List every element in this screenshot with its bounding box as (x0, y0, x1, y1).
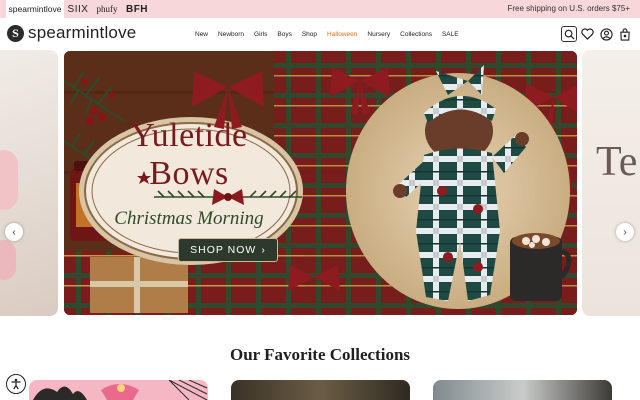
collection-card[interactable] (29, 380, 208, 400)
nav-new[interactable]: New (190, 31, 213, 38)
collections-heading: Our Favorite Collections (229, 345, 411, 364)
main-nav: New Newborn Girls Boys Shop Halloween Nu… (190, 18, 464, 50)
nav-nursery[interactable]: Nursery (362, 31, 395, 38)
nav-boys[interactable]: Boys (272, 31, 296, 38)
shop-now-button[interactable]: SHOP NOW › (178, 238, 278, 262)
carousel-prev-button[interactable]: ‹ (5, 223, 23, 241)
hero-subtitle: Christmas Morning (114, 208, 264, 229)
collection-card[interactable] (231, 380, 410, 400)
search-icon[interactable] (561, 26, 577, 42)
nav-shop[interactable]: Shop (297, 31, 322, 38)
hero-title-line1: Yuletide (130, 117, 248, 154)
hero-slide[interactable]: Yuletide Bows Christmas Morning SHOP NOW… (64, 51, 577, 315)
collection-card[interactable] (433, 380, 612, 400)
chevron-right-icon: › (261, 244, 266, 256)
nav-collections[interactable]: Collections (395, 31, 437, 38)
accessibility-button[interactable] (6, 374, 26, 394)
brand-tab-phufy[interactable]: phufy (92, 0, 122, 18)
nav-newborn[interactable]: Newborn (213, 31, 249, 38)
accessibility-icon (11, 378, 21, 390)
nav-girls[interactable]: Girls (249, 31, 272, 38)
shop-now-label: SHOP NOW (190, 244, 257, 256)
collection-card-image (33, 380, 208, 400)
logo-text[interactable]: spearmintlove (28, 23, 136, 43)
carousel-next-button[interactable]: › (616, 223, 634, 241)
heart-icon[interactable] (579, 26, 595, 42)
nav-sale[interactable]: SALE (437, 31, 464, 38)
brand-tab-bfh[interactable]: BFH (122, 0, 152, 18)
previous-slide-peek[interactable] (0, 50, 58, 316)
next-slide-text: Te (596, 139, 638, 185)
hero-carousel: Te Yuletide Bows Christmas Morning SHOP … (0, 50, 640, 316)
chevron-right-icon: › (623, 226, 627, 238)
next-slide-peek[interactable]: Te (582, 50, 640, 316)
nav-halloween[interactable]: Halloween (322, 31, 362, 38)
shipping-promo: Free shipping on U.S. orders $75+ (507, 4, 630, 13)
cart-icon[interactable] (617, 26, 633, 42)
chevron-left-icon: ‹ (12, 226, 16, 238)
brand-bar: spearmintlove SIIX phufy BFH Free shippi… (0, 0, 640, 18)
site-header: S spearmintlove New Newborn Girls Boys S… (0, 18, 640, 50)
brand-tab-spearmintlove[interactable]: spearmintlove (6, 0, 64, 18)
brand-tab-siix[interactable]: SIIX (64, 0, 92, 18)
logo-mark[interactable]: S (7, 25, 24, 42)
account-icon[interactable] (598, 26, 614, 42)
hero-title-line2: Bows (149, 155, 229, 192)
